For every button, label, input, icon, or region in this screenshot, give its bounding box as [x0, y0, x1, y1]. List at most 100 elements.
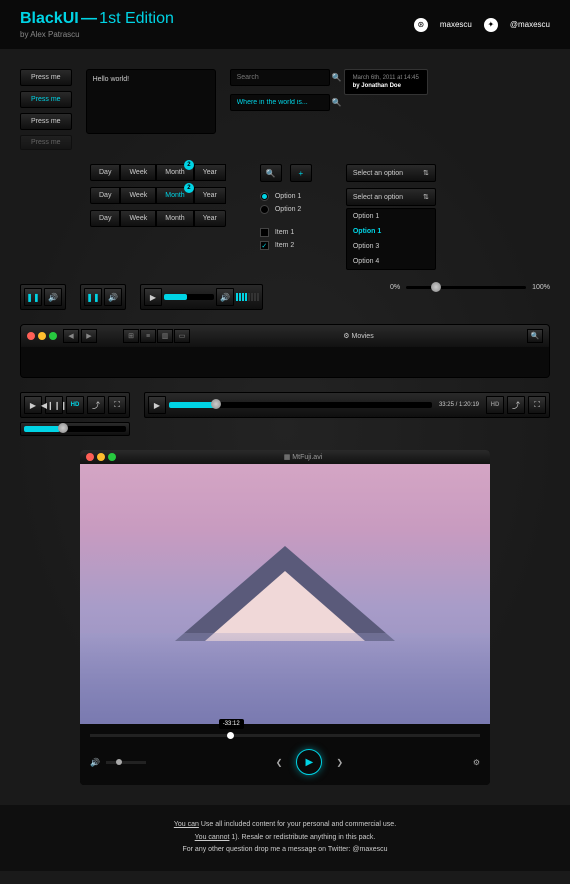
seg-day[interactable]: Day [90, 187, 120, 204]
play-button[interactable]: ▶ [24, 396, 42, 414]
progress-bar[interactable] [24, 426, 126, 432]
prev-button[interactable]: ❮ [276, 758, 283, 767]
cover-view-icon[interactable]: ▭ [174, 329, 190, 343]
search-input-2[interactable] [237, 99, 328, 106]
progress-thumb[interactable] [227, 732, 234, 739]
video-title: ▦ MtFuji.avi [122, 453, 484, 461]
slider-max: 100% [532, 284, 550, 291]
close-icon[interactable] [86, 453, 94, 461]
seg-week[interactable]: Week [120, 210, 156, 227]
press-button-2[interactable]: Press me [20, 91, 72, 108]
seg-year[interactable]: Year [194, 210, 226, 227]
seg-week[interactable]: Week [120, 164, 156, 181]
dropdown: Option 1 Option 1 Option 3 Option 4 [346, 208, 436, 270]
search-field[interactable]: 🔍 [230, 69, 330, 86]
dropdown-option-selected[interactable]: Option 1 [347, 224, 435, 239]
title-dash: — [81, 10, 97, 27]
title: BlackUI [20, 10, 79, 27]
progress-bar[interactable] [169, 402, 432, 408]
radio-option-2[interactable]: Option 2 [260, 205, 312, 214]
handle2: @maxescu [510, 20, 550, 29]
press-button-1[interactable]: Press me [20, 69, 72, 86]
volume-dots[interactable] [236, 293, 259, 301]
column-view-icon[interactable]: ▥ [157, 329, 173, 343]
search-input[interactable] [237, 74, 328, 81]
video-frame [80, 464, 490, 724]
play-button[interactable]: ▶ [144, 288, 162, 306]
time-tooltip: -33:12 [219, 719, 244, 729]
search-icon[interactable]: 🔍 [527, 329, 543, 343]
search-field-2[interactable]: 🔍 [230, 94, 330, 111]
grid-view-icon[interactable]: ⊞ [123, 329, 139, 343]
seg-day[interactable]: Day [90, 164, 120, 181]
volume-button[interactable]: 🔊 [216, 288, 234, 306]
seg-month[interactable]: Month [156, 210, 193, 227]
tooltip: March 6th, 2011 at 14:45 by Jonathan Doe [344, 69, 428, 95]
press-button-4[interactable]: Press me [20, 135, 72, 150]
check-item-1[interactable]: Item 1 [260, 228, 312, 237]
slider-min: 0% [390, 284, 400, 291]
rewind-button[interactable]: ◀❙❙❙ [45, 396, 63, 414]
progress-bar[interactable] [164, 294, 214, 300]
radio-option-1[interactable]: Option 1 [260, 192, 312, 201]
seg-day[interactable]: Day [90, 210, 120, 227]
play-button-large[interactable]: ▶ [296, 749, 322, 775]
maximize-icon[interactable] [49, 332, 57, 340]
hd-button[interactable]: HD [66, 396, 84, 414]
search-icon-button[interactable]: 🔍 [260, 164, 282, 182]
list-view-icon[interactable]: ≡ [140, 329, 156, 343]
chevron-updown-icon: ⇅ [423, 169, 429, 177]
fullscreen-button[interactable]: ⛶ [108, 396, 126, 414]
minimize-icon[interactable] [97, 453, 105, 461]
hd-button[interactable]: HD [486, 396, 504, 414]
slider-track[interactable] [406, 286, 526, 289]
select-1[interactable]: Select an option⇅ [346, 164, 436, 182]
next-button[interactable]: ❯ [336, 758, 343, 767]
forward-button[interactable]: ▶ [81, 329, 97, 343]
segment-3: Day Week Month Year [90, 210, 226, 227]
play-button[interactable]: ▶ [148, 396, 166, 414]
video-progress[interactable]: -33:12 [90, 734, 480, 737]
volume-icon[interactable]: 🔊 [90, 758, 100, 767]
minimize-icon[interactable] [38, 332, 46, 340]
settings-icon[interactable]: ⚙ [473, 758, 480, 767]
time-display: 33:25 / 1:20:19 [435, 402, 483, 408]
dropdown-option[interactable]: Option 4 [347, 254, 435, 269]
seg-week[interactable]: Week [120, 187, 156, 204]
slider: 0% 100% [390, 284, 550, 291]
fullscreen-button[interactable]: ⛶ [528, 396, 546, 414]
segment-2: Day Week Month Year 2 [90, 187, 226, 204]
subtitle: by Alex Patrascu [20, 30, 174, 39]
twitter-icon[interactable]: ✦ [484, 18, 498, 32]
close-icon[interactable] [27, 332, 35, 340]
dropdown-option[interactable]: Option 3 [347, 239, 435, 254]
checkbox-icon [260, 228, 269, 237]
volume-button[interactable]: 🔊 [44, 288, 62, 306]
seg-year[interactable]: Year [194, 164, 226, 181]
select-2[interactable]: Select an option⇅ [346, 188, 436, 206]
search-icon: 🔍 [332, 98, 342, 107]
check-item-2[interactable]: ✓Item 2 [260, 241, 312, 250]
press-button-3[interactable]: Press me [20, 113, 72, 130]
volume-thumb[interactable] [116, 759, 122, 765]
mini-player-2: ❚❚ 🔊 [80, 284, 126, 310]
textarea[interactable]: Hello world! [86, 69, 216, 134]
dropdown-option[interactable]: Option 1 [347, 209, 435, 224]
pause-button[interactable]: ❚❚ [84, 288, 102, 306]
share-button[interactable]: ⤴ [507, 396, 525, 414]
mini-player-1: ❚❚ 🔊 [20, 284, 66, 310]
volume-button[interactable]: 🔊 [104, 288, 122, 306]
seg-year[interactable]: Year [194, 187, 226, 204]
video-slider [20, 422, 130, 436]
badge: 2 [184, 160, 194, 170]
slider-thumb[interactable] [431, 282, 441, 292]
back-button[interactable]: ◀ [63, 329, 79, 343]
volume-track[interactable] [106, 761, 146, 764]
traffic-lights [27, 332, 57, 340]
add-icon-button[interactable]: + [290, 164, 312, 182]
search-icon: 🔍 [332, 73, 342, 82]
share-button[interactable]: ⤴ [87, 396, 105, 414]
dribbble-icon[interactable]: ⊛ [414, 18, 428, 32]
pause-button[interactable]: ❚❚ [24, 288, 42, 306]
maximize-icon[interactable] [108, 453, 116, 461]
